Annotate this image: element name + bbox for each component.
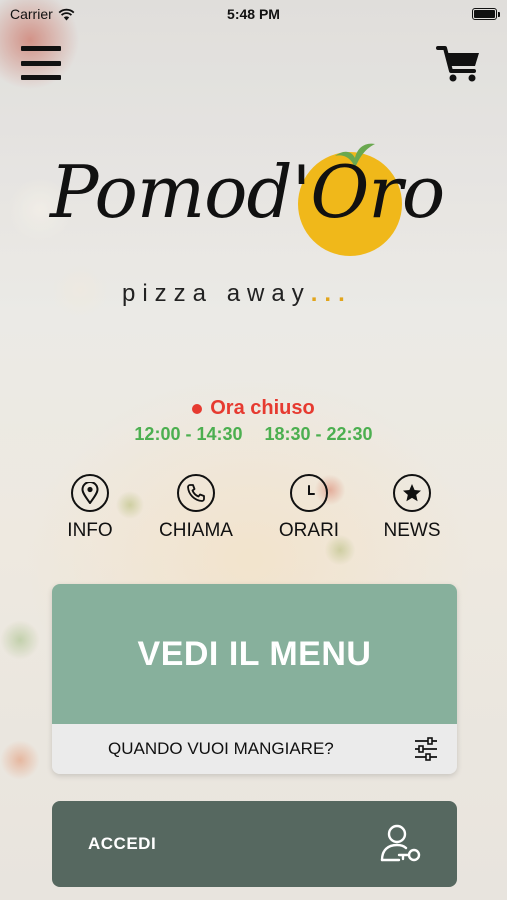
news-label: NEWS [383, 520, 441, 541]
phone-icon [177, 474, 215, 512]
brand-name: Pomod'Oro [50, 150, 445, 234]
shopping-cart-icon [436, 46, 479, 82]
star-icon [393, 474, 431, 512]
when-to-eat-label: QUANDO VUOI MANGIARE? [108, 739, 334, 758]
location-pin-icon [71, 474, 109, 512]
hamburger-line [21, 46, 61, 51]
menu-card: VEDI IL MENU QUANDO VUOI MANGIARE? [52, 584, 457, 774]
login-button[interactable]: ACCEDI [52, 801, 457, 887]
info-button[interactable]: INFO [45, 474, 135, 542]
opening-hours: 12:00 - 14:30 18:30 - 22:30 [0, 424, 507, 445]
hours-button[interactable]: ORARI [264, 474, 354, 542]
brand-tagline: pizza away [122, 280, 311, 307]
user-key-icon [380, 824, 421, 862]
call-button[interactable]: CHIAMA [151, 474, 241, 542]
info-label: INFO [67, 520, 113, 541]
status-dot-icon [192, 403, 203, 414]
call-label: CHIAMA [159, 520, 233, 541]
view-menu-button[interactable]: VEDI IL MENU [52, 584, 457, 724]
brand-tagline-line: pizza away... [122, 280, 352, 308]
open-status-label: Ora chiuso [210, 397, 315, 419]
hours-label: ORARI [278, 520, 340, 541]
status-time: 5:48 PM [227, 6, 280, 22]
brand-tagline-dots: ... [310, 280, 352, 307]
login-label: ACCEDI [88, 834, 157, 853]
status-left: Carrier [10, 6, 75, 22]
when-to-eat-button[interactable]: QUANDO VUOI MANGIARE? [52, 724, 457, 774]
battery-level [474, 10, 495, 18]
clock-icon [290, 474, 328, 512]
open-status: Ora chiuso [0, 397, 507, 420]
battery-icon [472, 8, 500, 20]
quick-actions: INFO CHIAMA ORARI NEWS [0, 474, 507, 544]
filter-sliders-icon [415, 737, 437, 761]
brand-logo: Pomod'Oro pizza away... [50, 140, 460, 310]
wifi-icon [58, 8, 75, 20]
news-button[interactable]: NEWS [367, 474, 457, 542]
status-bar: Carrier 5:48 PM [0, 0, 507, 28]
hours-dinner: 18:30 - 22:30 [264, 424, 373, 444]
hamburger-line [21, 75, 61, 80]
hours-lunch: 12:00 - 14:30 [134, 424, 243, 444]
cart-button[interactable] [436, 44, 482, 84]
hamburger-menu-button[interactable] [21, 46, 61, 80]
hamburger-line [21, 60, 61, 66]
carrier-label: Carrier [10, 6, 53, 22]
